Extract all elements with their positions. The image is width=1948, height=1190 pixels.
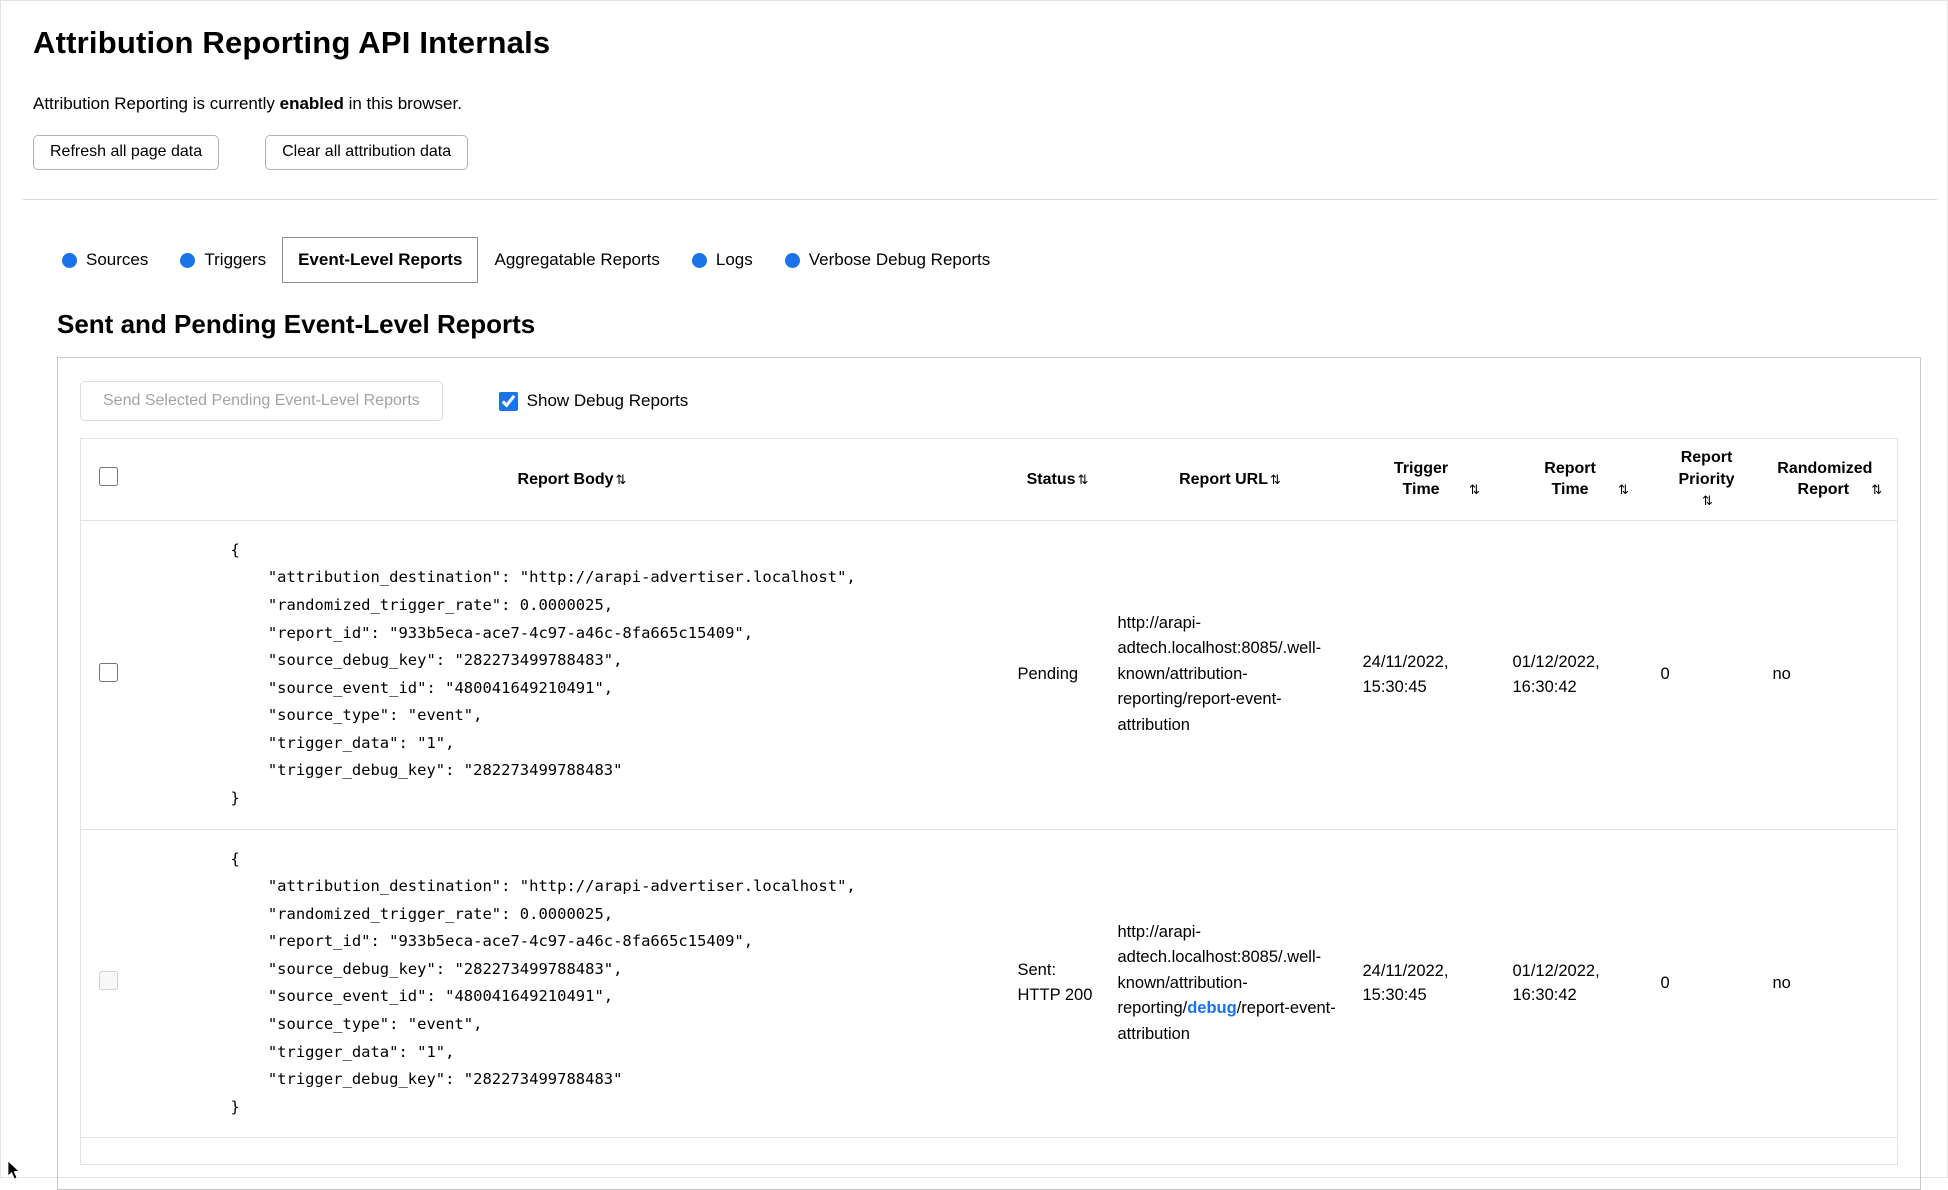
tab-label: Verbose Debug Reports — [808, 250, 991, 269]
report-url-cell: http://arapi-adtech.localhost:8085/.well… — [1108, 520, 1353, 829]
table-footer-empty-row — [81, 1138, 1898, 1165]
report-priority-cell: 0 — [1660, 973, 1670, 992]
sort-icon: ⇅ — [615, 471, 627, 487]
tab-aggregatable-reports[interactable]: Aggregatable Reports — [478, 237, 676, 283]
status-text: Attribution Reporting is currently enabl… — [33, 94, 1925, 114]
column-header-label: Status — [1026, 470, 1076, 488]
empty-footer-cell — [81, 1138, 1898, 1165]
top-button-row: Refresh all page data Clear all attribut… — [33, 135, 1925, 170]
status-text-prefix: Attribution Reporting is currently — [33, 94, 280, 113]
report-url-text: http://arapi-adtech.localhost:8085/.well… — [1117, 613, 1322, 735]
tab-label: Aggregatable Reports — [494, 250, 660, 269]
tab-triggers[interactable]: Triggers — [164, 237, 283, 283]
refresh-all-page-data-button[interactable]: Refresh all page data — [33, 135, 220, 170]
reports-panel: Send Selected Pending Event-Level Report… — [57, 357, 1921, 1190]
sort-icon: ⇅ — [1077, 471, 1089, 487]
select-all-checkbox[interactable] — [99, 466, 119, 486]
sort-icon: ⇅ — [1702, 493, 1713, 509]
trigger-time-cell: 24/11/2022, 15:30:45 — [1362, 961, 1449, 1005]
send-selected-pending-reports-button[interactable]: Send Selected Pending Event-Level Report… — [80, 381, 443, 421]
section-heading: Sent and Pending Event-Level Reports — [57, 309, 536, 339]
page-container: Attribution Reporting API Internals Attr… — [1, 1, 1947, 1190]
tab-label: Event-Level Reports — [298, 250, 463, 269]
tab-strip: Sources Triggers Event-Level Reports Agg… — [57, 237, 1921, 283]
tab-label: Logs — [715, 250, 753, 269]
report-time-cell: 01/12/2022, 16:30:42 — [1512, 652, 1600, 696]
table-row-pending-report: { "attribution_destination": "http://ara… — [80, 520, 1898, 830]
table-header: Report Body ⇅ Status ⇅ Report URL ⇅ Trigger… — [80, 439, 1898, 521]
tab-logs[interactable]: Logs — [675, 237, 769, 283]
status-enabled-emphasis: enabled — [279, 94, 344, 113]
tab-sources[interactable]: Sources — [57, 237, 165, 283]
show-debug-reports-control: Show Debug Reports — [498, 391, 689, 411]
table-header-row: Report Body ⇅ Status ⇅ Report URL ⇅ Trigger… — [80, 439, 1898, 521]
data-present-dot-icon — [180, 252, 196, 268]
row-select-cell — [81, 520, 137, 829]
table-body: { "attribution_destination": "http://ara… — [80, 520, 1898, 1165]
sort-icon: ⇅ — [1618, 482, 1629, 498]
tab-verbose-debug-reports[interactable]: Verbose Debug Reports — [768, 237, 1007, 283]
sort-icon: ⇅ — [1269, 471, 1281, 487]
report-body-json: { "attribution_destination": "http://ara… — [230, 540, 856, 807]
column-header-status[interactable]: Status ⇅ — [1008, 439, 1108, 521]
main-content: Sources Triggers Event-Level Reports Agg… — [33, 237, 1925, 1190]
show-debug-reports-label: Show Debug Reports — [526, 391, 689, 410]
sort-icon: ⇅ — [1871, 482, 1883, 498]
column-header-label: Report URL — [1179, 470, 1268, 488]
page-root: { "page": { "title": "Attribution Report… — [0, 0, 1948, 1190]
status-text-suffix: in this browser. — [343, 94, 462, 113]
tab-label: Sources — [86, 250, 149, 269]
page-title: Attribution Reporting API Internals — [33, 25, 551, 60]
reports-toolbar: Send Selected Pending Event-Level Report… — [80, 381, 1898, 421]
row-select-cell — [81, 829, 137, 1138]
sort-icon: ⇅ — [1469, 482, 1480, 498]
column-header-report-time[interactable]: Report Time ⇅ — [1503, 439, 1651, 521]
data-present-dot-icon — [784, 252, 800, 268]
report-time-cell: 01/12/2022, 16:30:42 — [1512, 961, 1600, 1005]
column-header-report-url[interactable]: Report URL ⇅ — [1108, 439, 1353, 521]
status-cell: Pending — [1017, 664, 1079, 683]
tab-event-level-reports[interactable]: Event-Level Reports — [282, 237, 479, 283]
randomized-report-cell: no — [1772, 665, 1791, 684]
data-present-dot-icon — [62, 252, 77, 268]
report-body-cell: { "attribution_destination": "http://ara… — [137, 829, 1008, 1138]
column-header-randomized-report[interactable]: Randomized Report ⇅ — [1763, 439, 1898, 521]
row-select-checkbox[interactable] — [99, 662, 119, 682]
column-header-label: Report Priority — [1678, 449, 1735, 488]
column-header-report-body[interactable]: Report Body ⇅ — [137, 439, 1008, 521]
event-level-reports-table: Report Body ⇅ Status ⇅ Report URL ⇅ Trigger… — [80, 438, 1898, 1166]
report-url-cell: http://arapi-adtech.localhost:8085/.well… — [1108, 829, 1353, 1138]
tab-label: Triggers — [204, 250, 267, 269]
column-header-label: Report Body — [517, 470, 614, 488]
status-cell: Sent: HTTP 200 — [1017, 960, 1093, 1005]
report-priority-cell: 0 — [1660, 665, 1670, 684]
column-header-label: Randomized Report — [1777, 459, 1873, 499]
report-body-json: { "attribution_destination": "http://ara… — [230, 849, 856, 1116]
row-select-checkbox-disabled[interactable] — [99, 971, 119, 991]
table-row-sent-debug-report: { "attribution_destination": "http://ara… — [80, 829, 1898, 1138]
column-header-select-all — [81, 439, 137, 521]
clear-all-attribution-data-button[interactable]: Clear all attribution data — [265, 135, 469, 170]
mouse-cursor-icon — [7, 1161, 20, 1180]
randomized-report-cell: no — [1772, 973, 1791, 992]
show-debug-reports-checkbox[interactable] — [498, 391, 518, 411]
report-body-cell: { "attribution_destination": "http://ara… — [137, 520, 1008, 829]
trigger-time-cell: 24/11/2022, 15:30:45 — [1362, 652, 1449, 696]
column-header-trigger-time[interactable]: Trigger Time ⇅ — [1353, 439, 1503, 521]
report-url-debug-segment: debug — [1187, 999, 1237, 1018]
column-header-report-priority[interactable]: Report Priority ⇅ — [1651, 439, 1763, 521]
divider — [23, 199, 1937, 200]
data-present-dot-icon — [691, 252, 707, 268]
column-header-label: Report Time — [1544, 459, 1596, 499]
column-header-label: Trigger Time — [1393, 459, 1449, 499]
